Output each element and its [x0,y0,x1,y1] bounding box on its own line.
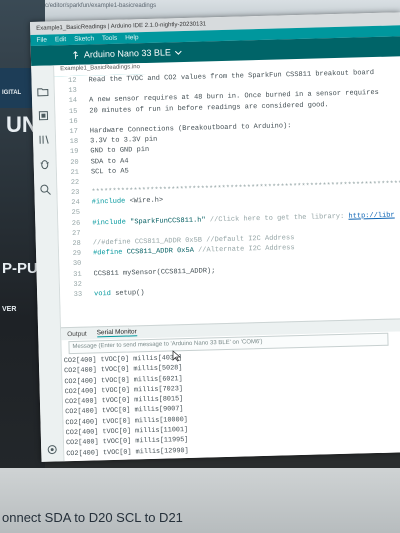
code-token: "SparkFunCCS811.h" [129,216,206,227]
search-icon[interactable] [39,183,51,195]
menu-file[interactable]: File [36,37,47,44]
folder-icon[interactable] [37,86,49,98]
menu-help[interactable]: Help [125,34,139,41]
settings-icon[interactable] [46,443,58,455]
code-token: #define [92,248,127,258]
code-token: #include [91,197,130,207]
code-token: void [94,289,116,299]
arduino-ide-window: Example1_BasicReadings | Arduino IDE 2.1… [30,12,400,462]
line-number: 33 [73,290,83,299]
board-icon[interactable] [37,110,49,122]
tab-output[interactable]: Output [67,330,87,338]
tab-serial-monitor[interactable]: Serial Monitor [96,328,137,338]
background-label: IGITAL [2,90,22,96]
menu-edit[interactable]: Edit [55,36,66,43]
code-token: CCS811_ADDR 0x5A [126,246,194,257]
board-selector[interactable]: Arduino Nano 33 BLE [71,47,182,60]
menu-tools[interactable]: Tools [102,35,117,42]
debug-icon[interactable] [39,158,51,170]
board-name: Arduino Nano 33 BLE [83,47,172,60]
code-token[interactable]: http://libr [348,210,394,221]
menu-sketch[interactable]: Sketch [74,35,94,43]
usb-icon [73,50,79,59]
code-token: setup() [115,289,145,298]
background-bottom-text: onnect SDA to D20 SCL to D21 [2,510,183,525]
ide-body: Example1_BasicReadings.ino 12 Read the TV… [31,56,400,462]
serial-monitor-output: CO2[400] tVOC[0] millis[4036] CO2[400] tV… [61,347,400,462]
code-token: #include [92,218,131,228]
arrow-cursor-icon [172,350,181,362]
chevron-down-icon [175,50,182,55]
background-mid-text: P-PU [2,260,38,277]
library-icon[interactable] [38,134,50,146]
background-small-text: VER [2,306,17,313]
code-editor[interactable]: 12 Read the TVOC and CO2 values from the … [54,67,400,327]
code-token: <Wire.h> [129,196,164,206]
code-token: SCL to A5 [90,167,129,177]
